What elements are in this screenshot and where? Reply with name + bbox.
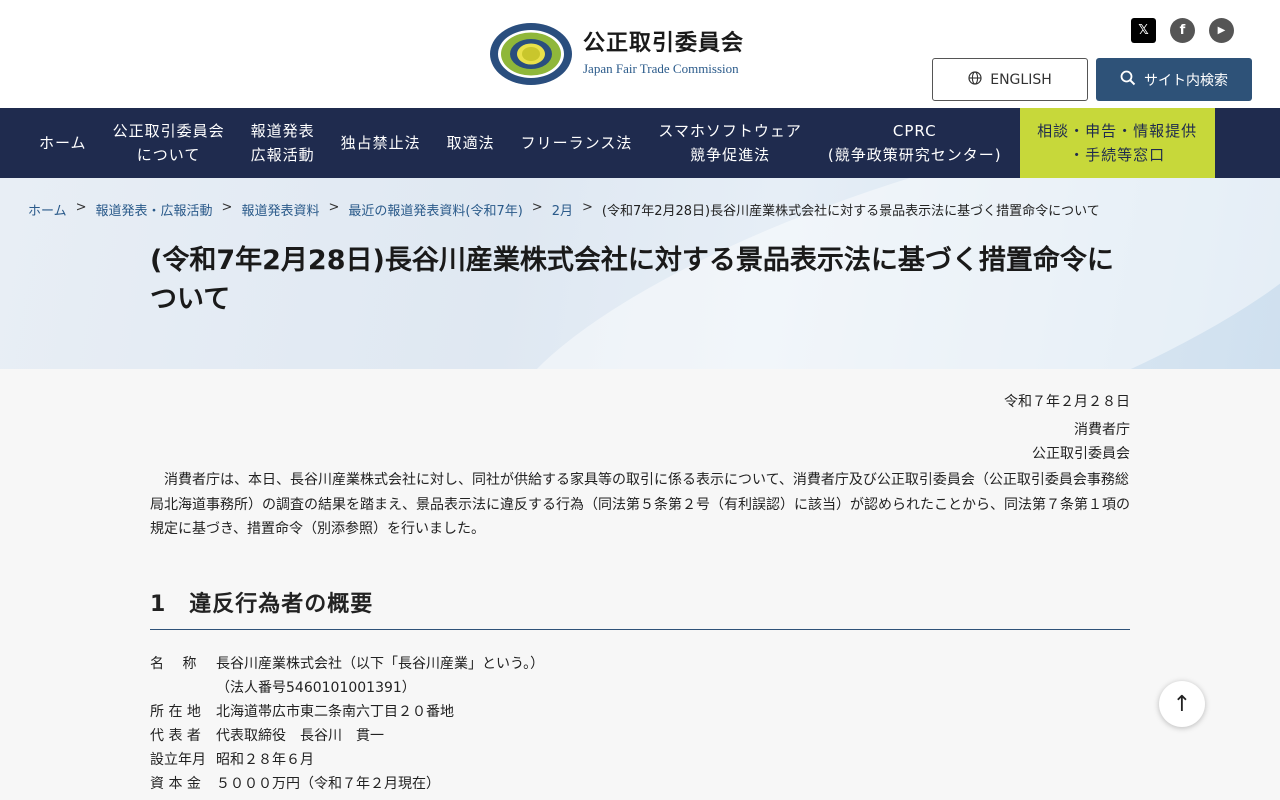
info-value: 代表取締役 長谷川 貫一	[216, 727, 384, 744]
info-value: 長谷川産業株式会社（以下「長谷川産業」という。）	[216, 655, 545, 672]
release-date: 令和７年２月２８日	[1004, 394, 1130, 410]
info-value: 昭和２８年６月	[216, 751, 314, 768]
breadcrumb-link-february[interactable]: 2月	[552, 200, 573, 219]
info-label	[150, 676, 216, 700]
info-row-established: 設立年月 昭和２８年６月	[150, 748, 1130, 772]
search-icon	[1120, 70, 1136, 90]
nav-item-antimonopoly[interactable]: 独占禁止法	[328, 108, 434, 178]
search-label: サイト内検索	[1144, 72, 1228, 89]
info-label: 設立年月	[150, 751, 206, 768]
breadcrumb: ホーム > 報道発表・広報活動 > 報道発表資料 > 最近の報道発表資料(令和7…	[28, 200, 1100, 219]
nav-item-freelance[interactable]: フリーランス法	[508, 108, 646, 178]
globe-icon	[968, 70, 982, 89]
nav-item-toriteki[interactable]: 取適法	[434, 108, 508, 178]
violator-info: 名 称 長谷川産業株式会社（以下「長谷川産業」という。） （法人番号546010…	[150, 652, 1130, 796]
issuer-jftc: 公正取引委員会	[1032, 446, 1130, 462]
nav-item-press[interactable]: 報道発表 広報活動	[238, 108, 328, 178]
org-name-en: Japan Fair Trade Commission	[583, 61, 739, 76]
org-name-ja: 公正取引委員会	[583, 31, 745, 56]
info-label: 代 表 者	[150, 727, 201, 744]
breadcrumb-link-recent[interactable]: 最近の報道発表資料(令和7年)	[348, 200, 522, 219]
breadcrumb-separator: >	[328, 200, 340, 215]
breadcrumb-current: (令和7年2月28日)長谷川産業株式会社に対する景品表示法に基づく措置命令につい…	[601, 204, 1100, 219]
info-row-representative: 代 表 者 代表取締役 長谷川 貫一	[150, 724, 1130, 748]
jftc-emblem	[489, 22, 573, 86]
lead-paragraph: 消費者庁は、本日、長谷川産業株式会社に対し、同社が供給する家具等の取引に係る表示…	[150, 472, 1130, 537]
site-search-button[interactable]: サイト内検索	[1096, 58, 1252, 101]
nav-item-consultation[interactable]: 相談・申告・情報提供 ・手続等窓口	[1019, 108, 1215, 178]
info-label: 所 在 地	[150, 703, 201, 720]
arrow-up-icon: ↑	[1172, 691, 1192, 717]
issuer-caa: 消費者庁	[1074, 422, 1130, 438]
breadcrumb-link-press-materials[interactable]: 報道発表資料	[241, 200, 319, 219]
nav-item-cprc[interactable]: CPRC (競争政策研究センター)	[815, 108, 1015, 178]
info-value: （法人番号5460101001391）	[216, 679, 416, 696]
info-row-name: 名 称 長谷川産業株式会社（以下「長谷川産業」という。）	[150, 652, 1130, 676]
info-label: 名 称	[150, 655, 197, 672]
page-title: (令和7年2月28日)長谷川産業株式会社に対する景品表示法に基づく措置命令につい…	[150, 245, 1114, 315]
x-icon[interactable]: 𝕏	[1131, 18, 1156, 43]
site-logo[interactable]: 公正取引委員会 Japan Fair Trade Commission	[489, 22, 744, 86]
nav-item-home[interactable]: ホーム	[26, 108, 100, 178]
english-button[interactable]: ENGLISH	[932, 58, 1088, 101]
global-nav: ホーム 公正取引委員会 について 報道発表 広報活動 独占禁止法 取適法 フリーラン…	[0, 108, 1280, 178]
breadcrumb-separator: >	[221, 200, 233, 215]
breadcrumb-separator: >	[531, 200, 543, 215]
info-value: ５０００万円（令和７年２月現在）	[216, 775, 440, 792]
english-label: ENGLISH	[990, 71, 1052, 88]
breadcrumb-link-press[interactable]: 報道発表・広報活動	[96, 200, 213, 219]
title-band: ホーム > 報道発表・広報活動 > 報道発表資料 > 最近の報道発表資料(令和7…	[0, 178, 1280, 369]
nav-item-about[interactable]: 公正取引委員会 について	[100, 108, 238, 178]
breadcrumb-link-home[interactable]: ホーム	[28, 200, 67, 219]
social-links: 𝕏 f ▶	[1131, 18, 1234, 43]
info-row-capital: 資 本 金 ５０００万円（令和７年２月現在）	[150, 772, 1130, 796]
info-row-corporate-number: （法人番号5460101001391）	[150, 676, 1130, 700]
info-row-address: 所 在 地 北海道帯広市東二条南六丁目２０番地	[150, 700, 1130, 724]
nav-item-smartphone[interactable]: スマホソフトウェア 競争促進法	[645, 108, 815, 178]
info-value: 北海道帯広市東二条南六丁目２０番地	[216, 703, 454, 720]
back-to-top-button[interactable]: ↑	[1159, 681, 1205, 727]
breadcrumb-separator: >	[75, 200, 87, 215]
info-label: 資 本 金	[150, 775, 201, 792]
section-heading: 1 違反行為者の概要	[150, 586, 1130, 630]
facebook-icon[interactable]: f	[1170, 18, 1195, 43]
breadcrumb-separator: >	[581, 200, 593, 215]
site-header: 公正取引委員会 Japan Fair Trade Commission 𝕏 f …	[0, 0, 1280, 108]
youtube-icon[interactable]: ▶	[1209, 18, 1234, 43]
main-content: 令和７年２月２８日 消費者庁 公正取引委員会 消費者庁は、本日、長谷川産業株式会…	[150, 369, 1130, 796]
